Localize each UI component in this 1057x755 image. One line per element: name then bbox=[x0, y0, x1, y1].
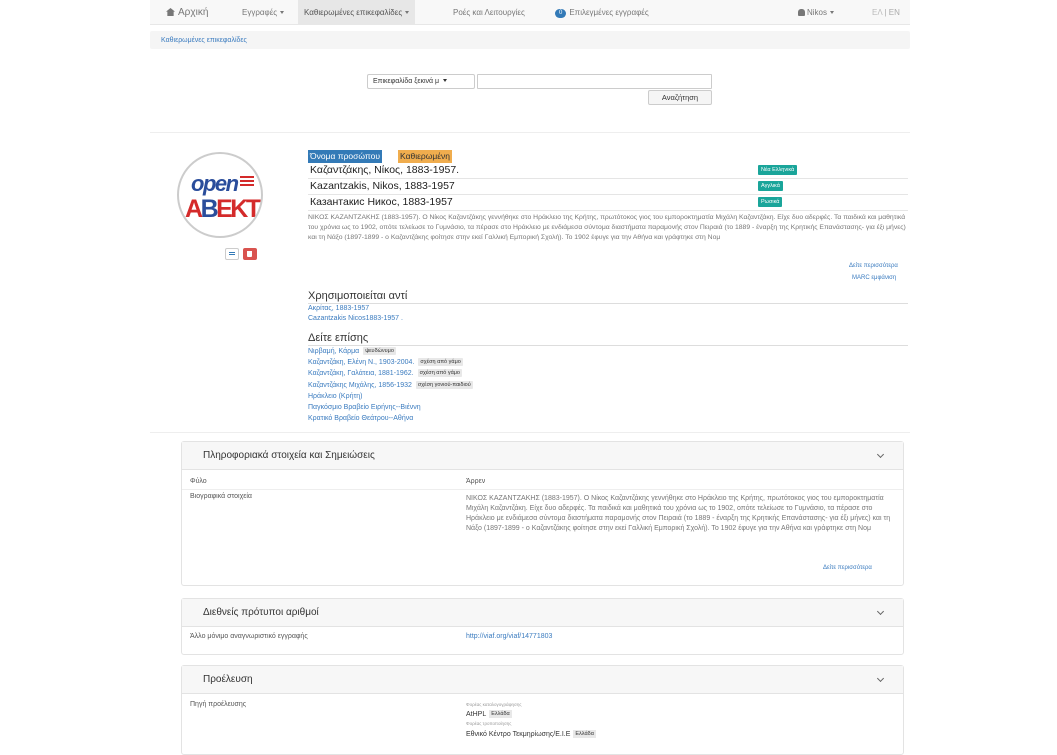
top-navbar: Αρχική Εγγραφές Καθιερωμένες επικεφαλίδε… bbox=[150, 0, 910, 25]
heading-row: Kazantzakis, Nikos, 1883-1957 Αγγλικά bbox=[308, 179, 908, 195]
heading-row: Казантакис Никос, 1883-1957 Ρωσικά bbox=[308, 195, 908, 211]
viaf-link[interactable]: http://viaf.org/viaf/14771803 bbox=[466, 633, 552, 640]
logo-abekt-text: ABEKT bbox=[185, 195, 261, 223]
search-input[interactable] bbox=[477, 74, 712, 89]
caret-down-icon bbox=[443, 79, 448, 82]
see-also-link[interactable]: Παγκόσμιο Βραβείο Ειρήνης--Βιέννη bbox=[308, 404, 421, 411]
search-type-select[interactable]: Επικεφαλίδα ξεκινά μ bbox=[367, 74, 475, 89]
modifying-agency: Εθνικό Κέντρο Τεκμηρίωσης/Ε.Ι.Ε Ελλάδα bbox=[466, 730, 596, 738]
nav-flows-label: Ροές και Λειτουργίες bbox=[453, 8, 525, 17]
chevron-down-icon[interactable] bbox=[876, 674, 885, 683]
search-button[interactable]: Αναζήτηση bbox=[648, 90, 712, 105]
breadcrumb: Καθιερωμένες επικεφαλίδες bbox=[150, 31, 910, 49]
nav-home-link[interactable]: Αρχική bbox=[166, 0, 208, 25]
row-divider bbox=[182, 489, 903, 490]
delete-button[interactable] bbox=[243, 248, 257, 260]
nav-selected-label: Επιλεγμένες εγγραφές bbox=[569, 8, 649, 17]
logo-open-text: open bbox=[191, 171, 239, 196]
relation-tag: ψευδώνυμο bbox=[363, 347, 396, 355]
used-for-heading: Χρησιμοποιείται αντί bbox=[308, 290, 908, 304]
nav-headings-label: Καθιερωμένες επικεφαλίδες bbox=[304, 8, 403, 17]
country-tag: Ελλάδα bbox=[573, 730, 596, 738]
divider bbox=[150, 432, 910, 433]
gender-label: Φύλο bbox=[190, 478, 207, 485]
see-also-link[interactable]: Καζαντζάκη, Γαλάτεια, 1881-1962. bbox=[308, 370, 414, 377]
see-more-link[interactable]: Δείτε περισσότερα bbox=[823, 565, 872, 571]
type-label: Όνομα προσώπου bbox=[308, 150, 383, 163]
cataloging-agency-value: AtHPL bbox=[466, 711, 487, 718]
see-also-link[interactable]: Ηράκλειο (Κρήτη) bbox=[308, 393, 362, 400]
provenance-panel: Προέλευση Πηγή προέλευσης Φορέας καταλογ… bbox=[181, 665, 904, 755]
lang-el-link[interactable]: ΕΛ bbox=[872, 8, 882, 17]
language-badge: Νέα Ελληνικά bbox=[758, 165, 798, 175]
see-also-link[interactable]: Νιρβαμή, Κάρμα bbox=[308, 348, 359, 355]
nav-selected-link[interactable]: 0 Επιλεγμένες εγγραφές bbox=[555, 0, 649, 25]
caret-down-icon bbox=[405, 11, 410, 14]
nav-home-label: Αρχική bbox=[178, 7, 209, 18]
panel-title: Πληροφοριακά στοιχεία και Σημειώσεις bbox=[203, 450, 375, 461]
provenance-label: Πηγή προέλευσης bbox=[190, 701, 247, 708]
cataloging-agency-label: Φορέας καταλογογράφησης bbox=[466, 702, 522, 707]
caret-down-icon bbox=[280, 11, 285, 14]
see-also-link[interactable]: Κρατικό Βραβείο Θεάτρου--Αθήνα bbox=[308, 415, 413, 422]
relation-tag: σχέση γονιού-παιδιού bbox=[415, 381, 473, 389]
used-for-link[interactable]: Ακρίτας, 1883-1957 bbox=[308, 305, 369, 312]
modifying-agency-value: Εθνικό Κέντρο Τεκμηρίωσης/Ε.Ι.Ε bbox=[466, 731, 571, 738]
see-also-item[interactable]: Καζαντζάκη, Γαλάτεια, 1881-1962. σχέση απ… bbox=[308, 369, 462, 377]
selected-count-badge: 0 bbox=[555, 9, 567, 18]
home-icon bbox=[166, 8, 175, 16]
panel-header[interactable]: Προέλευση bbox=[182, 666, 903, 694]
heading-text: Καζαντζάκης, Νίκος, 1883-1957. bbox=[310, 164, 460, 176]
user-icon bbox=[798, 9, 805, 16]
logo-flag-icon bbox=[240, 176, 254, 188]
bio-value: ΝΙΚΟΣ ΚΑΖΑΝΤΖΑΚΗΣ (1883-1957). Ο Νίκος Κ… bbox=[466, 494, 896, 564]
see-also-item[interactable]: Καζαντζάκη, Ελένη Ν., 1903-2004. σχέση απ… bbox=[308, 358, 463, 366]
see-more-link[interactable]: Δείτε περισσότερα bbox=[849, 263, 898, 269]
country-tag: Ελλάδα bbox=[489, 710, 512, 718]
heading-text: Казантакис Никос, 1883-1957 bbox=[310, 196, 453, 208]
lang-en-link[interactable]: EN bbox=[889, 8, 900, 17]
language-switcher: ΕΛ | EN bbox=[872, 0, 900, 25]
language-badge: Αγγλικά bbox=[758, 181, 783, 191]
divider bbox=[150, 132, 910, 133]
chevron-down-icon[interactable] bbox=[876, 450, 885, 459]
heading-row: Καζαντζάκης, Νίκος, 1883-1957. Νέα Ελλην… bbox=[308, 163, 908, 179]
openabekt-logo: open ABEKT bbox=[177, 152, 263, 238]
see-also-link[interactable]: Καζαντζάκης Μιχάλης, 1856-1932 bbox=[308, 382, 412, 389]
identifier-label: Άλλο μόνιμο αναγνωριστικό εγγραφής bbox=[190, 633, 308, 640]
panel-header[interactable]: Πληροφοριακά στοιχεία και Σημειώσεις bbox=[182, 442, 903, 470]
modifying-agency-label: Φορέας τροποποίησης bbox=[466, 721, 512, 726]
nav-user-dropdown[interactable]: Nikos bbox=[798, 0, 835, 25]
cataloging-agency: AtHPL Ελλάδα bbox=[466, 710, 512, 718]
panel-header[interactable]: Διεθνείς πρότυποι αριθμοί bbox=[182, 599, 903, 627]
nav-headings-dropdown[interactable]: Καθιερωμένες επικεφαλίδες bbox=[298, 0, 416, 25]
panel-title: Διεθνείς πρότυποι αριθμοί bbox=[203, 607, 319, 618]
relation-tag: σχέση από γάμο bbox=[417, 369, 462, 377]
nav-records-dropdown[interactable]: Εγγραφές bbox=[242, 0, 285, 25]
heading-text: Kazantzakis, Nikos, 1883-1957 bbox=[310, 180, 455, 192]
panel-title: Προέλευση bbox=[203, 674, 253, 685]
language-badge: Ρωσικά bbox=[758, 197, 783, 207]
marc-view-link[interactable]: MARC εμφάνιση bbox=[852, 275, 896, 281]
info-notes-panel: Πληροφοριακά στοιχεία και Σημειώσεις Φύλ… bbox=[181, 441, 904, 586]
caret-down-icon bbox=[830, 11, 835, 14]
biography-excerpt: ΝΙΚΟΣ ΚΑΖΑΝΤΖΑΚΗΣ (1883-1957). Ο Νίκος Κ… bbox=[308, 213, 908, 258]
relation-tag: σχέση από γάμο bbox=[418, 358, 463, 366]
chevron-down-icon[interactable] bbox=[876, 607, 885, 616]
used-for-link[interactable]: Cazantzakis Nicos1883-1957 . bbox=[308, 315, 403, 322]
see-also-heading: Δείτε επίσης bbox=[308, 332, 908, 346]
see-also-item[interactable]: Καζαντζάκης Μιχάλης, 1856-1932 σχέση γονι… bbox=[308, 381, 473, 389]
nav-flows-link[interactable]: Ροές και Λειτουργίες bbox=[453, 0, 525, 25]
see-also-link[interactable]: Καζαντζάκη, Ελένη Ν., 1903-2004. bbox=[308, 359, 414, 366]
intl-numbers-panel: Διεθνείς πρότυποι αριθμοί Άλλο μόνιμο αν… bbox=[181, 598, 904, 655]
search-type-value: Επικεφαλίδα ξεκινά μ bbox=[373, 78, 440, 85]
list-view-button[interactable] bbox=[225, 248, 239, 260]
nav-records-label: Εγγραφές bbox=[242, 8, 278, 17]
breadcrumb-current[interactable]: Καθιερωμένες επικεφαλίδες bbox=[161, 37, 247, 44]
status-label: Καθιερωμένη bbox=[398, 150, 453, 163]
gender-value: Άρρεν bbox=[466, 478, 486, 485]
nav-user-label: Nikos bbox=[807, 8, 828, 17]
bio-label: Βιογραφικά στοιχεία bbox=[190, 493, 252, 500]
see-also-item[interactable]: Νιρβαμή, Κάρμα ψευδώνυμο bbox=[308, 347, 396, 355]
